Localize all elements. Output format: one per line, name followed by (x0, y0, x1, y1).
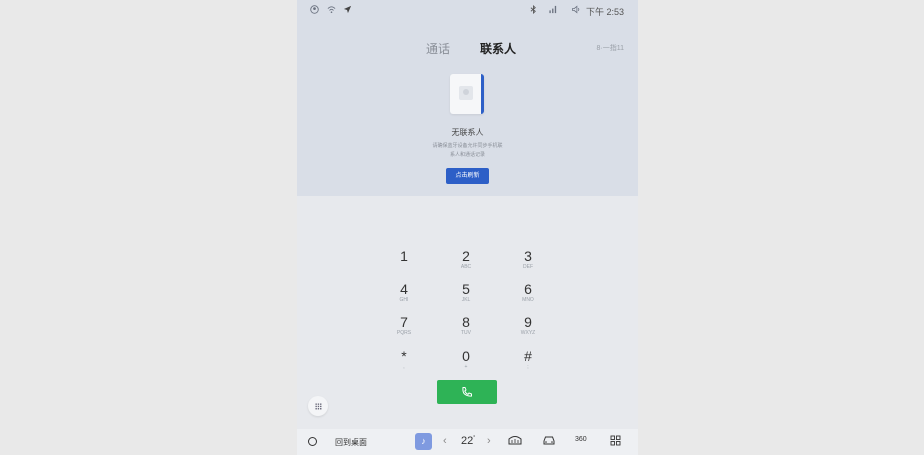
empty-state-title: 无联系人 (451, 128, 484, 137)
key-digit: # (524, 348, 532, 364)
key-letters: TUV (461, 330, 471, 336)
tab-contacts[interactable]: 联系人 (480, 40, 516, 57)
key-digit: 2 (462, 248, 470, 264)
location-arrow-icon (343, 5, 352, 17)
key-2[interactable]: 2 ABC (446, 248, 486, 271)
temperature-display: 22° (461, 435, 475, 447)
key-digit: 5 (462, 281, 470, 297)
apps-grid-icon[interactable] (610, 435, 621, 449)
key-digit: 1 (400, 248, 408, 264)
dialpad-grid-icon (315, 403, 322, 410)
phone-screen: 下午 2:53 通话 联系人 8·一指11 无联系人 请确保蓝牙设备允许同步手机… (297, 0, 638, 455)
left-background (0, 0, 297, 455)
key-6[interactable]: 6 MNO (508, 281, 548, 304)
dialpad-toggle-button[interactable] (308, 396, 328, 416)
key-digit: 7 (400, 314, 408, 330)
key-letters: , (403, 364, 405, 370)
key-7[interactable]: 7 PQRS (384, 314, 424, 337)
temperature-value: 22 (461, 435, 474, 447)
key-star[interactable]: * , (384, 348, 424, 371)
volume-icon (571, 5, 581, 17)
top-right-info: 8·一指11 (596, 45, 625, 52)
key-digit: 8 (462, 314, 470, 330)
key-letters: WXYZ (520, 330, 536, 336)
home-circle-icon[interactable] (308, 437, 317, 446)
camera-360-label: 360 (575, 436, 587, 443)
key-letters: + (464, 364, 468, 370)
bluetooth-icon (530, 4, 537, 17)
key-digit: 6 (524, 281, 532, 297)
call-button[interactable] (437, 380, 497, 404)
home-label[interactable]: 回到桌面 (335, 437, 367, 448)
key-1[interactable]: 1 (384, 248, 424, 264)
tab-calls[interactable]: 通话 (426, 40, 450, 57)
status-bar: 下午 2:53 (297, 0, 638, 20)
chevron-left-icon[interactable]: ‹ (443, 435, 447, 447)
key-4[interactable]: 4 GHI (384, 281, 424, 304)
contact-card-illustration (450, 74, 484, 114)
key-letters: GHI (399, 297, 409, 303)
bottom-dock: 回到桌面 ♪ ‹ 22° › 360 (297, 429, 638, 455)
key-letters: MNO (522, 297, 534, 303)
right-background (638, 0, 924, 455)
key-0[interactable]: 0 + (446, 348, 486, 371)
empty-state-hint-line2: 系人和通话记录 (449, 152, 485, 158)
key-letters: ABC (460, 264, 472, 270)
rear-defrost-icon[interactable] (508, 435, 522, 449)
key-digit: 3 (524, 248, 532, 264)
key-8[interactable]: 8 TUV (446, 314, 486, 337)
key-digit: 9 (524, 314, 532, 330)
empty-state-hint-line1: 请确保蓝牙设备允许同步手机联 (432, 143, 503, 149)
key-5[interactable]: 5 JKL (446, 281, 486, 304)
key-hash[interactable]: # ; (508, 348, 548, 371)
key-9[interactable]: 9 WXYZ (508, 314, 548, 337)
music-note-icon[interactable]: ♪ (415, 433, 432, 450)
car-icon[interactable] (542, 435, 556, 449)
key-digit: 4 (400, 281, 408, 297)
avatar-placeholder-icon (459, 86, 473, 100)
key-digit: 0 (462, 348, 470, 364)
camera-360-icon[interactable]: 360 (575, 434, 587, 446)
status-time: 下午 2:53 (585, 7, 624, 17)
key-letters: JKL (461, 297, 471, 303)
phone-icon (462, 387, 472, 397)
wifi-icon (327, 5, 336, 17)
temperature-unit: ° (473, 435, 476, 441)
key-letters: PQRS (396, 330, 412, 336)
chevron-right-icon[interactable]: › (487, 435, 491, 447)
key-3[interactable]: 3 DEF (508, 248, 548, 271)
signal-icon (548, 5, 558, 17)
account-icon (310, 5, 319, 17)
refresh-button[interactable]: 点击刷新 (446, 168, 489, 184)
key-digit: * (401, 348, 407, 364)
key-letters: DEF (523, 264, 533, 270)
key-letters: ; (527, 364, 529, 370)
